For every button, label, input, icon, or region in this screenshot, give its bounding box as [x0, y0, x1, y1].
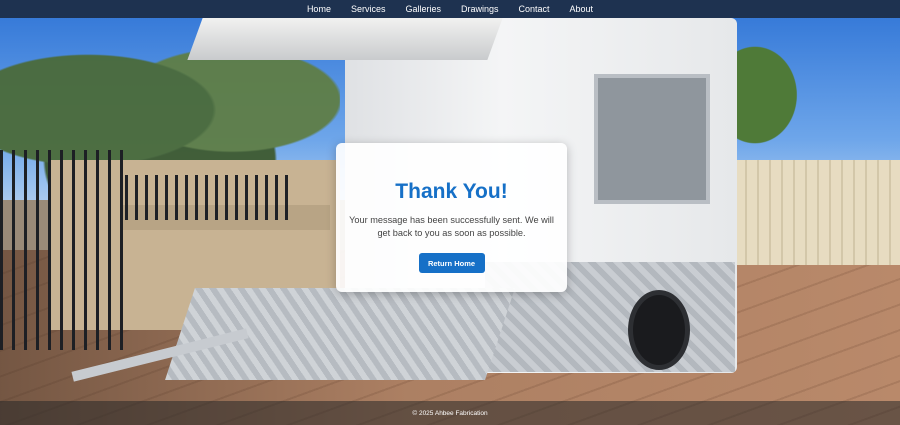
return-home-button[interactable]: Return Home	[418, 253, 485, 273]
nav-link-contact[interactable]: Contact	[509, 0, 560, 18]
metal-gate	[0, 150, 130, 350]
trailer-window	[594, 74, 710, 204]
site-footer: © 2025 Ahbee Fabrication	[0, 401, 900, 425]
trailer-awning	[187, 18, 503, 60]
nav-link-services[interactable]: Services	[341, 0, 396, 18]
nav-link-home[interactable]: Home	[297, 0, 341, 18]
nav-link-about[interactable]: About	[560, 0, 604, 18]
trailer-ramp	[165, 288, 515, 380]
nav-link-galleries[interactable]: Galleries	[395, 0, 451, 18]
thank-you-card: Thank You! Your message has been success…	[336, 143, 567, 292]
nav-link-drawings[interactable]: Drawings	[451, 0, 509, 18]
metal-railing	[125, 175, 295, 220]
confirmation-message: Your message has been successfully sent.…	[349, 215, 554, 238]
fence	[735, 160, 900, 265]
thank-you-title: Thank You!	[395, 180, 508, 203]
main-navigation: Home Services Galleries Drawings Contact…	[0, 0, 900, 18]
copyright-text: © 2025 Ahbee Fabrication	[412, 409, 488, 417]
trailer-wheel	[628, 290, 690, 370]
